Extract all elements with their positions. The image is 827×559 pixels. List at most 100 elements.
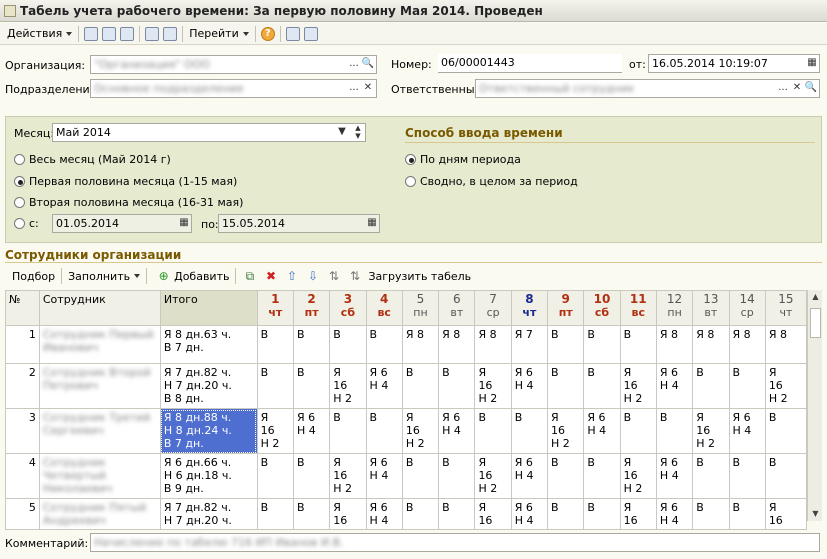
table-row[interactable]: 2 Сотрудник Второй Петрович Я 7 дн.82 ч. Н 7… xyxy=(5,363,808,409)
row-number[interactable]: 5 xyxy=(5,498,40,530)
table-row[interactable]: 4 Сотрудник Четвертый Николаевич Я 6 дн.66 ч… xyxy=(5,453,808,499)
scroll-up-icon[interactable]: ▲ xyxy=(808,290,823,304)
day-cell[interactable]: Я 6Н 4 xyxy=(655,363,694,409)
help-icon[interactable]: ? xyxy=(260,26,275,41)
actions-menu[interactable]: Действия xyxy=(4,24,75,44)
number-field[interactable]: 06/00001443 xyxy=(438,54,622,73)
calendar-icon[interactable]: ▦ xyxy=(365,215,379,232)
radio-button[interactable] xyxy=(14,197,25,208)
day-cell[interactable]: В xyxy=(256,453,294,499)
radio-button[interactable] xyxy=(14,176,25,187)
day-cell[interactable]: В xyxy=(583,325,621,364)
radio-button[interactable] xyxy=(14,154,25,165)
day-cell[interactable]: Я 16 Н 2 xyxy=(329,453,367,499)
day-cell[interactable]: Я 6Н 4 xyxy=(510,498,549,530)
day-cell[interactable]: В xyxy=(292,498,331,530)
select-ellipsis-icon[interactable]: ... xyxy=(776,80,790,97)
day-cell[interactable]: В xyxy=(365,325,403,364)
clear-icon[interactable]: ✕ xyxy=(361,80,375,97)
day-cell[interactable]: В xyxy=(292,363,331,409)
day-cell[interactable]: Я 6Н 4 xyxy=(655,453,694,499)
day-cell[interactable]: В xyxy=(401,453,440,499)
table-row[interactable]: 5 Сотрудник Пятый Андреевич Я 7 дн.82 ч. Н 7… xyxy=(5,498,808,530)
day-cell[interactable]: Я 16 xyxy=(764,498,808,530)
table-row[interactable]: 3 Сотрудник Третий Сергеевич Я 8 дн.88 ч. Н … xyxy=(5,408,808,454)
day-cell[interactable]: Я 6Н 4 xyxy=(365,363,403,409)
day-cell[interactable]: Я 6Н 4 xyxy=(583,408,621,454)
day-cell[interactable]: В xyxy=(547,363,585,409)
day-cell[interactable]: В xyxy=(728,498,766,530)
row-number[interactable]: 3 xyxy=(5,408,40,454)
column-header-day[interactable]: 8 чт xyxy=(510,290,549,326)
scroll-down-icon[interactable]: ▼ xyxy=(808,507,823,521)
total-cell[interactable]: Я 7 дн.82 ч. Н 7 дн.20 ч. xyxy=(159,498,258,530)
column-header-total[interactable]: Итого xyxy=(159,290,258,326)
radio-summary[interactable]: Сводно, в целом за период xyxy=(405,175,578,188)
column-header-day[interactable]: 13 вт xyxy=(692,290,730,326)
day-cell[interactable]: В xyxy=(510,408,549,454)
day-cell[interactable]: Я 16 Н 2 xyxy=(256,408,294,454)
day-cell[interactable]: Я 8 xyxy=(438,325,476,364)
search-icon[interactable]: 🔍 xyxy=(804,80,818,97)
calendar-icon[interactable]: ▦ xyxy=(177,215,191,232)
radio-button[interactable] xyxy=(14,218,25,229)
post-and-close-icon[interactable] xyxy=(84,26,99,41)
spin-icon[interactable]: ▲ ▼ xyxy=(351,124,365,141)
column-header-day[interactable]: 15 чт xyxy=(764,290,808,326)
employee-cell[interactable]: Сотрудник Первый Иванович xyxy=(38,325,161,364)
day-cell[interactable]: В xyxy=(692,498,730,530)
day-cell[interactable]: В xyxy=(764,408,808,454)
total-cell[interactable]: Я 8 дн.88 ч. Н 8 дн.24 ч. В 7 дн. xyxy=(159,408,258,454)
total-cell[interactable]: Я 8 дн.63 ч. В 7 дн. xyxy=(159,325,258,364)
day-cell[interactable]: В xyxy=(474,408,512,454)
day-cell[interactable]: В xyxy=(329,325,367,364)
day-cell[interactable]: В xyxy=(256,363,294,409)
responsible-field[interactable]: Ответственный сотрудник ... ✕ 🔍 xyxy=(475,79,820,98)
day-cell[interactable]: Я 6Н 4 xyxy=(655,498,694,530)
day-cell[interactable]: Я 7 xyxy=(510,325,549,364)
day-cell[interactable]: В xyxy=(583,363,621,409)
scrollbar-thumb[interactable] xyxy=(810,308,821,338)
list-settings-icon[interactable] xyxy=(303,26,318,41)
add-button[interactable]: ⊕ Добавить xyxy=(150,266,232,286)
day-cell[interactable]: Я 16 Н 2 xyxy=(474,363,512,409)
day-cell[interactable]: Я 16 Н 2 xyxy=(692,408,730,454)
day-cell[interactable]: Я 8 xyxy=(401,325,440,364)
day-cell[interactable]: В xyxy=(292,325,331,364)
day-cell[interactable]: Я 6Н 4 xyxy=(728,408,766,454)
day-cell[interactable]: В xyxy=(547,498,585,530)
total-cell[interactable]: Я 6 дн.66 ч. Н 6 дн.18 ч. В 9 дн. xyxy=(159,453,258,499)
column-header-day[interactable]: 5 пн xyxy=(401,290,440,326)
radio-by-days[interactable]: По дням периода xyxy=(405,153,521,166)
day-cell[interactable]: В xyxy=(547,325,585,364)
dept-field[interactable]: Основное подразделение ... ✕ xyxy=(90,79,377,98)
delete-icon[interactable]: ✖ xyxy=(264,269,277,283)
column-header-day[interactable]: 9 пт xyxy=(547,290,585,326)
day-cell[interactable]: Я 6Н 4 xyxy=(365,498,403,530)
day-cell[interactable]: В xyxy=(438,363,476,409)
column-header-day[interactable]: 6 вт xyxy=(438,290,476,326)
employee-cell[interactable]: Сотрудник Второй Петрович xyxy=(38,363,161,409)
day-cell[interactable]: В xyxy=(438,498,476,530)
row-number[interactable]: 1 xyxy=(5,325,40,364)
day-cell[interactable]: В xyxy=(655,408,694,454)
column-header-day[interactable]: 7 ср xyxy=(474,290,512,326)
day-cell[interactable]: Я 8 xyxy=(728,325,766,364)
day-cell[interactable]: Я 16 xyxy=(474,498,512,530)
copy-row-icon[interactable]: ⧉ xyxy=(243,269,256,283)
column-header-day[interactable]: 14 ср xyxy=(728,290,766,326)
day-cell[interactable]: Я 6Н 4 xyxy=(510,453,549,499)
day-cell[interactable]: Я 16 xyxy=(329,498,367,530)
day-cell[interactable]: Я 8 xyxy=(474,325,512,364)
chevron-down-icon[interactable]: ▼ xyxy=(335,124,349,141)
day-cell[interactable]: Я 16 Н 2 xyxy=(619,363,657,409)
column-header-employee[interactable]: Сотрудник xyxy=(38,290,161,326)
day-cell[interactable]: Я 6Н 4 xyxy=(365,453,403,499)
day-cell[interactable]: Я 8 xyxy=(764,325,808,364)
day-cell[interactable]: Я 16 Н 2 xyxy=(474,453,512,499)
period-end-field[interactable]: 15.05.2014 ▦ xyxy=(218,214,380,233)
period-start-field[interactable]: 01.05.2014 ▦ xyxy=(52,214,192,233)
day-cell[interactable]: В xyxy=(365,408,403,454)
goto-menu[interactable]: Перейти xyxy=(186,24,252,44)
day-cell[interactable]: Я 16 xyxy=(619,498,657,530)
